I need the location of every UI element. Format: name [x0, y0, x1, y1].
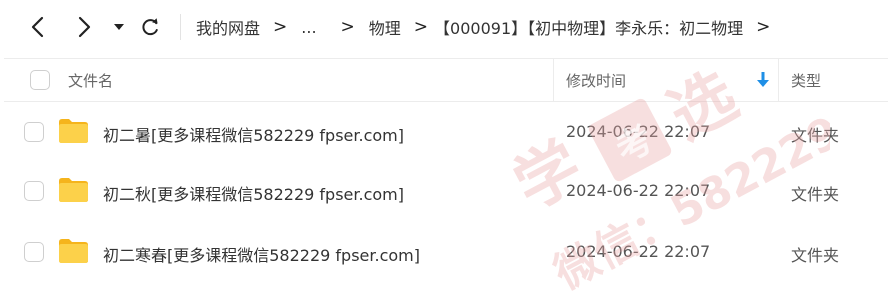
file-list-header: 文件名 修改时间 类型: [4, 58, 888, 102]
breadcrumb-separator: >: [340, 17, 355, 37]
forward-button[interactable]: [66, 9, 102, 45]
file-row[interactable]: 初二寒春[更多课程微信582229 fpser.com] 2024-06-22 …: [4, 224, 888, 282]
file-modified-time: 2024-06-22 22:07: [566, 122, 711, 141]
file-modified-time: 2024-06-22 22:07: [566, 242, 711, 261]
file-name[interactable]: 初二寒春[更多课程微信582229 fpser.com]: [103, 242, 420, 266]
file-type: 文件夹: [791, 246, 840, 265]
breadcrumb-separator: >: [273, 17, 288, 37]
column-header-type[interactable]: 类型: [791, 70, 821, 91]
file-name[interactable]: 初二暑[更多课程微信582229 fpser.com]: [103, 122, 404, 146]
select-all-checkbox[interactable]: [30, 70, 50, 90]
row-checkbox[interactable]: [24, 242, 44, 262]
back-button[interactable]: [20, 9, 56, 45]
folder-icon: [59, 239, 88, 263]
breadcrumb-item-current[interactable]: 【000091】【初中物理】李永乐：初二物理: [434, 15, 743, 39]
column-header-modified-time[interactable]: 修改时间: [566, 70, 626, 91]
row-checkbox[interactable]: [24, 122, 44, 142]
toolbar-divider: [180, 14, 181, 40]
file-row[interactable]: 初二暑[更多课程微信582229 fpser.com] 2024-06-22 2…: [4, 104, 888, 162]
breadcrumb: 我的网盘 > ... > 物理 > 【000091】【初中物理】李永乐：初二物理…: [196, 0, 770, 54]
breadcrumb-item-physics[interactable]: 物理: [369, 15, 401, 39]
folder-icon: [59, 119, 88, 143]
folder-icon: [59, 178, 88, 202]
file-modified-time: 2024-06-22 22:07: [566, 181, 711, 200]
breadcrumb-separator: >: [413, 17, 429, 37]
refresh-button[interactable]: [132, 9, 168, 45]
column-divider[interactable]: [778, 59, 779, 101]
breadcrumb-item-root[interactable]: 我的网盘: [196, 15, 260, 39]
caret-down-icon: [114, 24, 124, 30]
file-row[interactable]: 初二秋[更多课程微信582229 fpser.com] 2024-06-22 2…: [4, 163, 888, 221]
column-divider[interactable]: [553, 59, 554, 101]
top-navigation-bar: 我的网盘 > ... > 物理 > 【000091】【初中物理】李永乐：初二物理…: [0, 0, 888, 54]
chevron-right-icon: [78, 16, 91, 38]
file-name[interactable]: 初二秋[更多课程微信582229 fpser.com]: [103, 181, 404, 205]
sort-down-arrow-icon[interactable]: [756, 71, 770, 89]
row-checkbox[interactable]: [24, 181, 44, 201]
column-header-name[interactable]: 文件名: [68, 70, 113, 91]
file-type: 文件夹: [791, 185, 840, 204]
breadcrumb-separator: >: [756, 17, 771, 37]
refresh-icon: [142, 18, 158, 36]
file-type: 文件夹: [791, 126, 840, 145]
chevron-left-icon: [31, 16, 44, 38]
history-dropdown-button[interactable]: [108, 9, 130, 45]
breadcrumb-item-ellipsis[interactable]: ...: [301, 18, 316, 37]
